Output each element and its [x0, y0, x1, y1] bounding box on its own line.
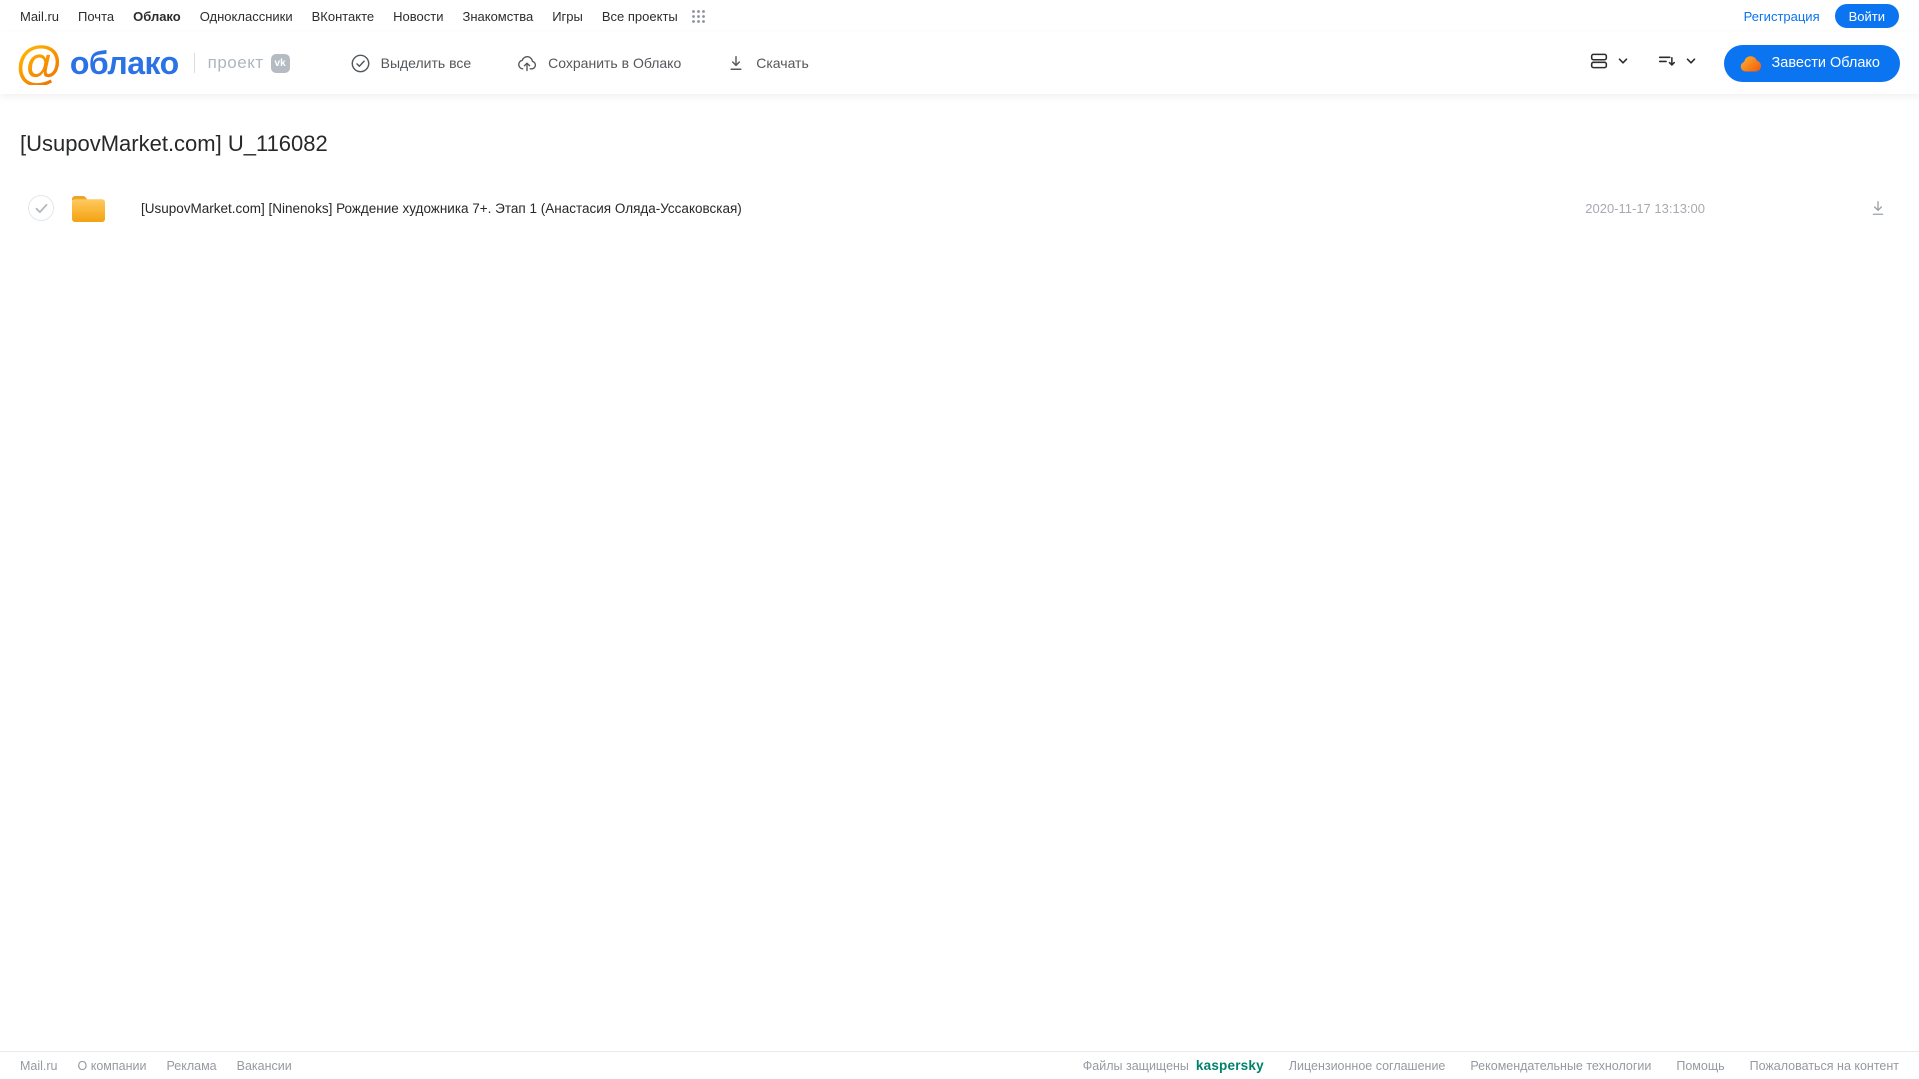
- check-circle-icon: [350, 53, 371, 74]
- footer-link-report-content[interactable]: Пожаловаться на контент: [1750, 1059, 1899, 1073]
- nav-link-pochta[interactable]: Почта: [78, 9, 114, 24]
- check-icon: [35, 203, 47, 213]
- nav-link-igry[interactable]: Игры: [552, 9, 583, 24]
- download-icon[interactable]: [1868, 198, 1888, 218]
- view-mode-switcher[interactable]: [1588, 50, 1629, 77]
- mailru-at-icon: @: [16, 36, 62, 89]
- protected-label: Файлы защищены: [1082, 1058, 1189, 1073]
- footer-link-help[interactable]: Помощь: [1676, 1059, 1724, 1073]
- nav-link-novosti[interactable]: Новости: [393, 9, 443, 24]
- footer-link-mailru[interactable]: Mail.ru: [20, 1059, 58, 1073]
- page-title: [UsupovMarket.com] U_116082: [20, 131, 328, 156]
- select-all-button[interactable]: Выделить все: [350, 53, 472, 74]
- nav-link-odnoklassniki[interactable]: Одноклассники: [200, 9, 293, 24]
- row-checkbox[interactable]: [28, 195, 54, 221]
- login-button[interactable]: Войти: [1834, 4, 1899, 28]
- save-to-cloud-label: Сохранить в Облако: [548, 55, 682, 71]
- file-name[interactable]: [UsupovMarket.com] [Ninenoks] Рождение х…: [141, 201, 1585, 216]
- footer-left-links: Mail.ru О компании Реклама Вакансии: [20, 1059, 292, 1073]
- nav-link-znakomstva[interactable]: Знакомства: [462, 9, 533, 24]
- chevron-down-icon: [1617, 54, 1629, 72]
- cloud-header: @ облако проект vk Выделить все Сохранит…: [0, 32, 1919, 94]
- portal-nav: Mail.ru Почта Облако Одноклассники ВКонт…: [20, 9, 706, 24]
- registration-link[interactable]: Регистрация: [1744, 9, 1820, 24]
- apps-grid-icon[interactable]: [691, 9, 706, 24]
- nav-link-oblako[interactable]: Облако: [133, 9, 181, 24]
- nav-link-vkontakte[interactable]: ВКонтакте: [312, 9, 375, 24]
- project-label: проект: [207, 53, 264, 72]
- create-cloud-label: Завести Облако: [1771, 55, 1880, 71]
- file-date: 2020-11-17 13:13:00: [1585, 200, 1705, 216]
- footer-link-about[interactable]: О компании: [78, 1059, 147, 1073]
- footer-link-jobs[interactable]: Вакансии: [237, 1059, 292, 1073]
- folder-icon: [71, 194, 106, 223]
- footer-link-ads[interactable]: Реклама: [166, 1059, 216, 1073]
- cloud-logo-text: облако: [69, 44, 179, 81]
- logo-divider: [193, 53, 195, 73]
- sort-icon: [1656, 50, 1678, 77]
- view-mode-icon: [1588, 50, 1610, 77]
- chevron-down-icon: [1685, 54, 1697, 72]
- cloud-icon: [1739, 55, 1762, 72]
- save-to-cloud-button[interactable]: Сохранить в Облако: [516, 52, 681, 74]
- nav-link-all-projects[interactable]: Все проекты: [602, 9, 678, 24]
- download-icon: [726, 53, 746, 73]
- footer-link-license[interactable]: Лицензионное соглашение: [1289, 1059, 1446, 1073]
- nav-link-mailru[interactable]: Mail.ru: [20, 9, 59, 24]
- select-all-label: Выделить все: [380, 55, 472, 71]
- footer-link-recommendation-tech[interactable]: Рекомендательные технологии: [1470, 1059, 1651, 1073]
- portal-topbar: Mail.ru Почта Облако Одноклассники ВКонт…: [0, 0, 1919, 32]
- page-footer: Mail.ru О компании Реклама Вакансии Файл…: [0, 1051, 1919, 1079]
- kaspersky-protected: Файлы защищены kaspersky: [1083, 1058, 1264, 1073]
- download-button[interactable]: Скачать: [726, 53, 809, 73]
- kaspersky-logo: kaspersky: [1195, 1058, 1264, 1073]
- sort-switcher[interactable]: [1656, 50, 1697, 77]
- download-label: Скачать: [756, 55, 809, 71]
- create-cloud-button[interactable]: Завести Облако: [1723, 44, 1900, 82]
- vk-badge-icon: vk: [270, 53, 290, 73]
- header-controls: Завести Облако: [1588, 44, 1900, 82]
- cloud-logo[interactable]: @ облако: [16, 36, 179, 89]
- file-toolbar: Выделить все Сохранить в Облако Скачать: [350, 52, 809, 74]
- topbar-auth: Регистрация Войти: [1744, 4, 1899, 28]
- footer-right-links: Файлы защищены kaspersky Лицензионное со…: [1083, 1058, 1899, 1073]
- file-row[interactable]: [UsupovMarket.com] [Ninenoks] Рождение х…: [0, 181, 1919, 235]
- cloud-upload-icon: [516, 52, 538, 74]
